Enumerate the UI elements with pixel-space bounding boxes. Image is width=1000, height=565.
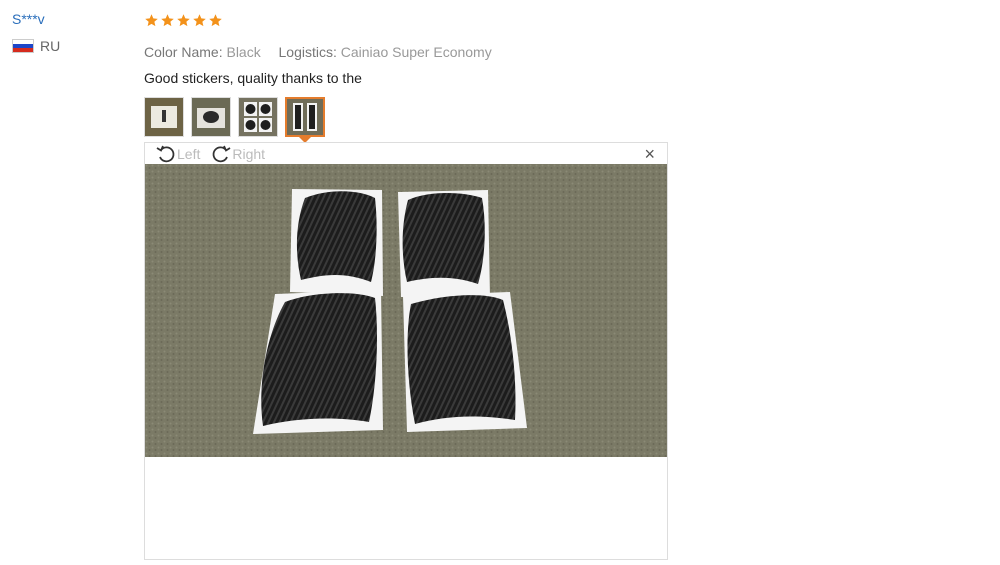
rotate-left-icon — [156, 145, 175, 162]
thumbnail-3[interactable] — [238, 97, 278, 137]
star-icon — [145, 13, 158, 26]
star-icon — [193, 13, 206, 26]
rotate-left-label: Left — [177, 145, 201, 162]
color-value: Black — [226, 44, 261, 60]
reviewer-info: S***v RU — [12, 10, 60, 54]
rotate-right-button[interactable]: Right — [210, 143, 265, 165]
star-rating — [144, 10, 674, 30]
star-icon — [209, 13, 222, 26]
review-photo — [145, 164, 667, 457]
viewer-toolbar: Left Right — [145, 143, 667, 164]
thumbnail-1[interactable] — [144, 97, 184, 137]
photo-thumbnails — [144, 97, 674, 143]
star-icon — [161, 13, 174, 26]
rotate-left-button[interactable]: Left — [155, 143, 200, 165]
rotate-right-icon — [212, 145, 231, 162]
russia-flag-icon — [12, 39, 34, 53]
feedback-content: Color Name: Black Logistics: Cainiao Sup… — [144, 10, 674, 143]
thumbnail-2[interactable] — [191, 97, 231, 137]
reviewer-name[interactable]: S***v — [12, 10, 60, 28]
photo-viewer: Left Right × — [144, 142, 668, 560]
logistics-value: Cainiao Super Economy — [340, 44, 492, 60]
country-code: RU — [40, 38, 61, 54]
close-viewer-button[interactable]: × — [644, 145, 655, 163]
reviewer-country: RU — [12, 38, 60, 54]
thumbnail-4[interactable] — [285, 97, 325, 143]
logistics-label: Logistics: — [278, 44, 337, 60]
color-label: Color Name: — [144, 44, 223, 60]
order-info: Color Name: Black Logistics: Cainiao Sup… — [144, 43, 674, 61]
review-text: Good stickers, quality thanks to the — [144, 70, 362, 86]
star-icon — [177, 13, 190, 26]
rotate-right-label: Right — [232, 145, 266, 162]
